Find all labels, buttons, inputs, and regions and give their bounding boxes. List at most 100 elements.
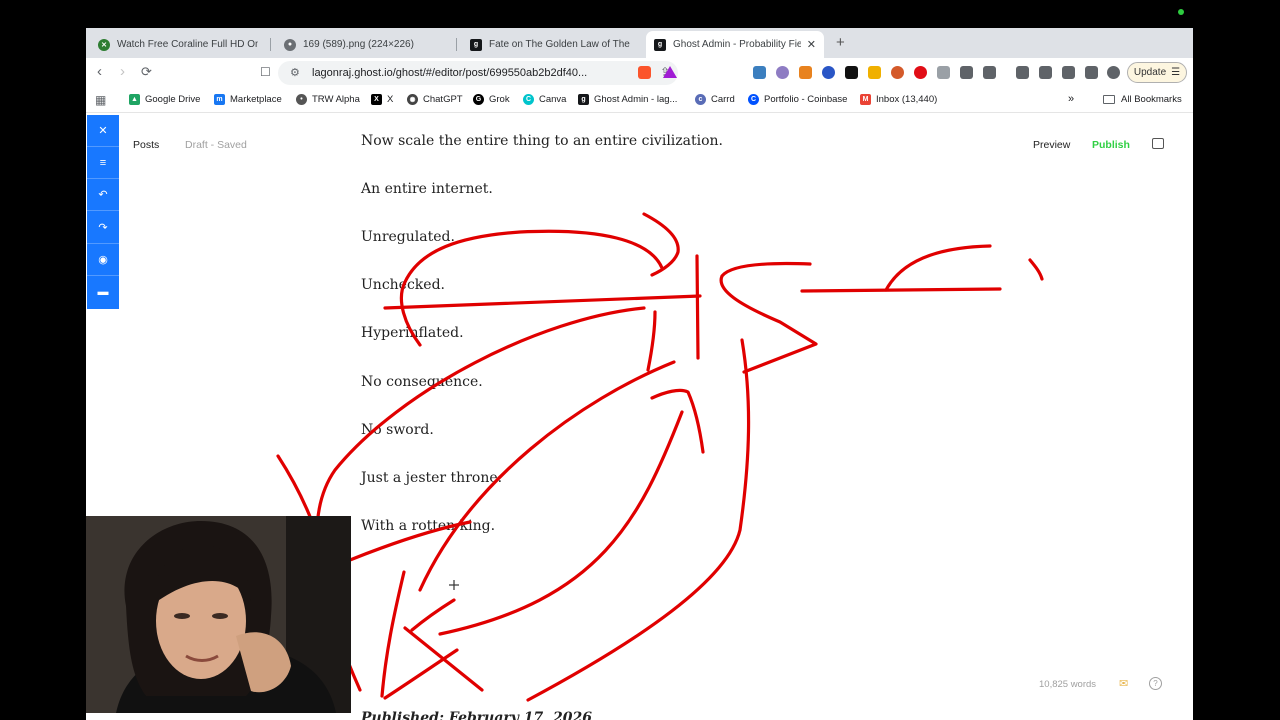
bookmark-icon[interactable]: ☐ — [260, 65, 271, 79]
bookmark-x[interactable]: XX — [371, 94, 393, 105]
bookmark-label: TRW Alpha — [312, 94, 360, 105]
help-icon[interactable]: ? — [1149, 677, 1162, 690]
bookmark-marketplace[interactable]: m Marketplace — [214, 94, 282, 105]
post-paragraph[interactable]: Now scale the entire thing to an entire … — [361, 133, 723, 149]
more-bookmarks-icon[interactable]: » — [1068, 93, 1074, 105]
publish-button[interactable]: Publish — [1092, 139, 1130, 151]
extension-face-icon[interactable] — [891, 66, 904, 79]
screenshot-icon[interactable] — [983, 66, 996, 79]
post-paragraph[interactable]: Unregulated. — [361, 229, 455, 245]
brave-shields-icon[interactable] — [638, 66, 651, 79]
forward-icon[interactable]: › — [120, 63, 125, 80]
wallet-icon[interactable] — [1062, 66, 1075, 79]
post-paragraph[interactable]: No consequence. — [361, 374, 483, 390]
word-count: 10,825 words — [1039, 679, 1097, 690]
bookmark-chatgpt[interactable]: ✺ ChatGPT — [407, 94, 463, 105]
shield-icon[interactable] — [937, 66, 950, 79]
post-paragraph[interactable]: Unchecked. — [361, 277, 445, 293]
reload-icon[interactable]: ⟳ — [141, 64, 152, 80]
bookmark-inbox[interactable]: M Inbox (13,440) — [860, 94, 937, 105]
close-icon[interactable]: ✕ — [87, 115, 119, 147]
chatgpt-icon: ✺ — [407, 94, 418, 105]
post-paragraph[interactable]: With a rotten king. — [361, 518, 495, 534]
camera-icon[interactable]: ◉ — [87, 244, 119, 276]
bookmark-ghost-admin[interactable]: g Ghost Admin - lag... — [578, 94, 677, 105]
grok-icon: G — [473, 94, 484, 105]
redo-icon[interactable]: ↷ — [87, 212, 119, 244]
annotation-toolbar: ✕ ≡ ↶ ↷ ◉ ▬ — [87, 115, 119, 309]
extension-cloud-icon[interactable] — [776, 66, 789, 79]
carrd-icon: c — [695, 94, 706, 105]
opera-icon[interactable] — [914, 66, 927, 79]
extension-s-icon[interactable] — [753, 66, 766, 79]
ai-sparkle-icon[interactable] — [1085, 66, 1098, 79]
bookmark-label: Google Drive — [145, 94, 201, 105]
settings-panel-icon[interactable] — [1152, 138, 1164, 149]
bookmark-label: All Bookmarks — [1121, 94, 1182, 105]
tab-title: Fate on The Golden Law of The Un — [489, 39, 630, 50]
post-paragraph[interactable]: An entire internet. — [361, 181, 493, 197]
close-tab-icon[interactable]: ✕ — [801, 38, 816, 51]
music-icon[interactable] — [1016, 66, 1029, 79]
screen: ✕ Watch Free Coraline Full HD Online ● 1… — [0, 0, 1280, 720]
bookmark-label: Carrd — [711, 94, 735, 105]
back-icon[interactable]: ‹ — [97, 63, 102, 80]
tab-ghost-admin[interactable]: g Ghost Admin - Probability Field ✕ — [646, 31, 824, 58]
address-bar[interactable]: ⚙ lagonraj.ghost.io/ghost/#/editor/post/… — [278, 61, 678, 85]
puzzle-icon[interactable] — [960, 66, 973, 79]
tab-coraline[interactable]: ✕ Watch Free Coraline Full HD Online — [90, 31, 266, 58]
bookmarks-bar: ▦ ▲ Google Drive m Marketplace • TRW Alpha … — [86, 88, 1193, 113]
vpn-icon[interactable] — [1107, 66, 1120, 79]
all-bookmarks[interactable]: All Bookmarks — [1103, 94, 1182, 105]
bookmark-carrd[interactable]: c Carrd — [695, 94, 735, 105]
gmail-icon: M — [860, 94, 871, 105]
brave-rewards-icon[interactable] — [663, 66, 677, 78]
undo-icon[interactable]: ↶ — [87, 179, 119, 211]
tab-fate[interactable]: g Fate on The Golden Law of The Un — [462, 31, 638, 58]
apps-grid-icon[interactable]: ▦ — [95, 93, 106, 107]
webcam-person-image — [86, 516, 351, 713]
tab-separator — [456, 38, 457, 51]
post-paragraph[interactable]: No sword. — [361, 422, 434, 438]
google-drive-icon: ▲ — [129, 94, 140, 105]
metamask-icon[interactable] — [799, 66, 812, 79]
extension-bird-icon[interactable] — [822, 66, 835, 79]
ghost-icon: g — [654, 38, 666, 51]
canva-icon: C — [523, 94, 534, 105]
preview-button[interactable]: Preview — [1033, 139, 1070, 151]
bookmark-label: Canva — [539, 94, 567, 105]
ghost-icon: g — [578, 94, 589, 105]
menu-icon: ☰ — [1171, 67, 1181, 78]
eraser-icon[interactable]: ▬ — [87, 276, 119, 308]
browser-toolbar: ‹ › ⟳ ☐ ⚙ lagonraj.ghost.io/ghost/#/edit… — [86, 58, 1193, 88]
post-paragraph[interactable]: Published: February 17, 2026 — [361, 710, 592, 720]
sidebar-icon[interactable] — [1039, 66, 1052, 79]
extension-dark-icon[interactable] — [845, 66, 858, 79]
webcam-overlay — [86, 516, 351, 713]
green-x-icon: ✕ — [98, 38, 110, 51]
tab-image[interactable]: ● 169 (589).png (224×226) — [276, 31, 452, 58]
tab-title: 169 (589).png (224×226) — [303, 39, 414, 50]
post-paragraph[interactable]: Just a jester throne. — [361, 470, 502, 486]
post-paragraph[interactable]: Hyperinflated. — [361, 325, 464, 341]
bookmark-grok[interactable]: G Grok — [473, 94, 510, 105]
folder-icon — [1103, 95, 1115, 104]
bookmark-label: Portfolio - Coinbase — [764, 94, 848, 105]
update-button[interactable]: Update ☰ — [1127, 62, 1187, 83]
email-icon[interactable]: ✉ — [1119, 677, 1128, 690]
bookmark-google-drive[interactable]: ▲ Google Drive — [129, 94, 200, 105]
tab-title: Watch Free Coraline Full HD Online — [117, 39, 258, 50]
bookmark-canva[interactable]: C Canva — [523, 94, 566, 105]
marketplace-icon: m — [214, 94, 225, 105]
new-tab-icon[interactable]: + — [836, 34, 845, 51]
update-label: Update — [1133, 67, 1167, 78]
url-text: lagonraj.ghost.io/ghost/#/editor/post/69… — [312, 67, 588, 79]
bookmark-coinbase[interactable]: C Portfolio - Coinbase — [748, 94, 847, 105]
camera-indicator-dot — [1178, 9, 1184, 15]
site-settings-icon[interactable]: ⚙ — [290, 66, 300, 79]
posts-link[interactable]: Posts — [133, 139, 159, 151]
extension-pencil-icon[interactable] — [868, 66, 881, 79]
bookmark-label: Grok — [489, 94, 510, 105]
bookmark-trw-alpha[interactable]: • TRW Alpha — [296, 94, 360, 105]
sliders-icon[interactable]: ≡ — [87, 147, 119, 179]
